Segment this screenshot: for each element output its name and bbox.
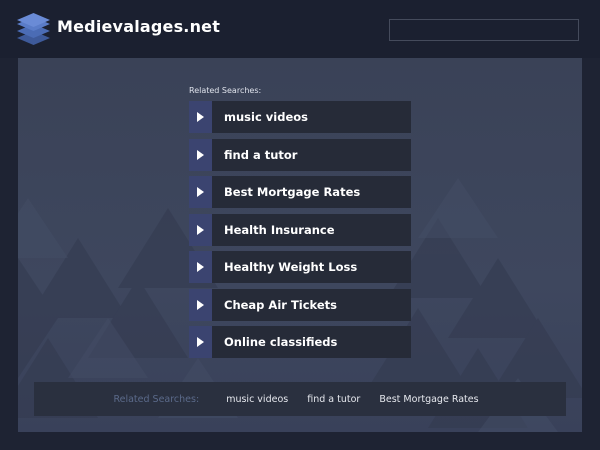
footer-link-find-a-tutor[interactable]: find a tutor <box>307 394 360 405</box>
footer-link-music-videos[interactable]: music videos <box>226 394 288 405</box>
related-link-health-insurance[interactable]: Health Insurance <box>189 213 411 246</box>
related-link-label: Healthy Weight Loss <box>224 260 358 274</box>
related-link-label: Best Mortgage Rates <box>224 185 361 199</box>
footer-links: Related Searches: music videos find a tu… <box>34 394 566 405</box>
related-link-label: Cheap Air Tickets <box>224 297 338 312</box>
arrow-right-icon <box>189 176 212 208</box>
related-link-online-classifieds[interactable]: Online classifieds <box>189 326 411 358</box>
footer-related-label: Related Searches: <box>113 394 200 405</box>
arrow-right-icon <box>189 138 212 171</box>
footer-link-best-mortgage-rates[interactable]: Best Mortgage Rates <box>379 394 478 405</box>
related-link-label: Health Insurance <box>224 222 335 237</box>
search-input[interactable] <box>389 19 579 41</box>
site-header: Medievalages.net <box>0 0 600 58</box>
arrow-right-icon <box>189 213 212 246</box>
arrow-right-icon <box>189 101 212 133</box>
related-link-cheap-air-tickets[interactable]: Cheap Air Tickets <box>189 288 411 321</box>
related-link-label: find a tutor <box>224 147 298 162</box>
arrow-right-icon <box>189 326 212 358</box>
related-link-best-mortgage-rates[interactable]: Best Mortgage Rates <box>189 176 411 208</box>
stacked-layers-icon[interactable] <box>17 11 50 47</box>
related-links-list: music videos find a tutor Best Mortgage … <box>189 101 411 364</box>
arrow-right-icon <box>189 251 212 283</box>
related-link-label: music videos <box>224 110 308 124</box>
related-link-find-a-tutor[interactable]: find a tutor <box>189 138 411 171</box>
footer-related-bar: Related Searches: music videos find a tu… <box>34 382 566 416</box>
related-link-label: Online classifieds <box>224 335 338 349</box>
related-searches-label: Related Searches: <box>189 86 262 95</box>
related-link-healthy-weight-loss[interactable]: Healthy Weight Loss <box>189 251 411 283</box>
site-title[interactable]: Medievalages.net <box>57 17 220 36</box>
arrow-right-icon <box>189 288 212 321</box>
related-link-music-videos[interactable]: music videos <box>189 101 411 133</box>
